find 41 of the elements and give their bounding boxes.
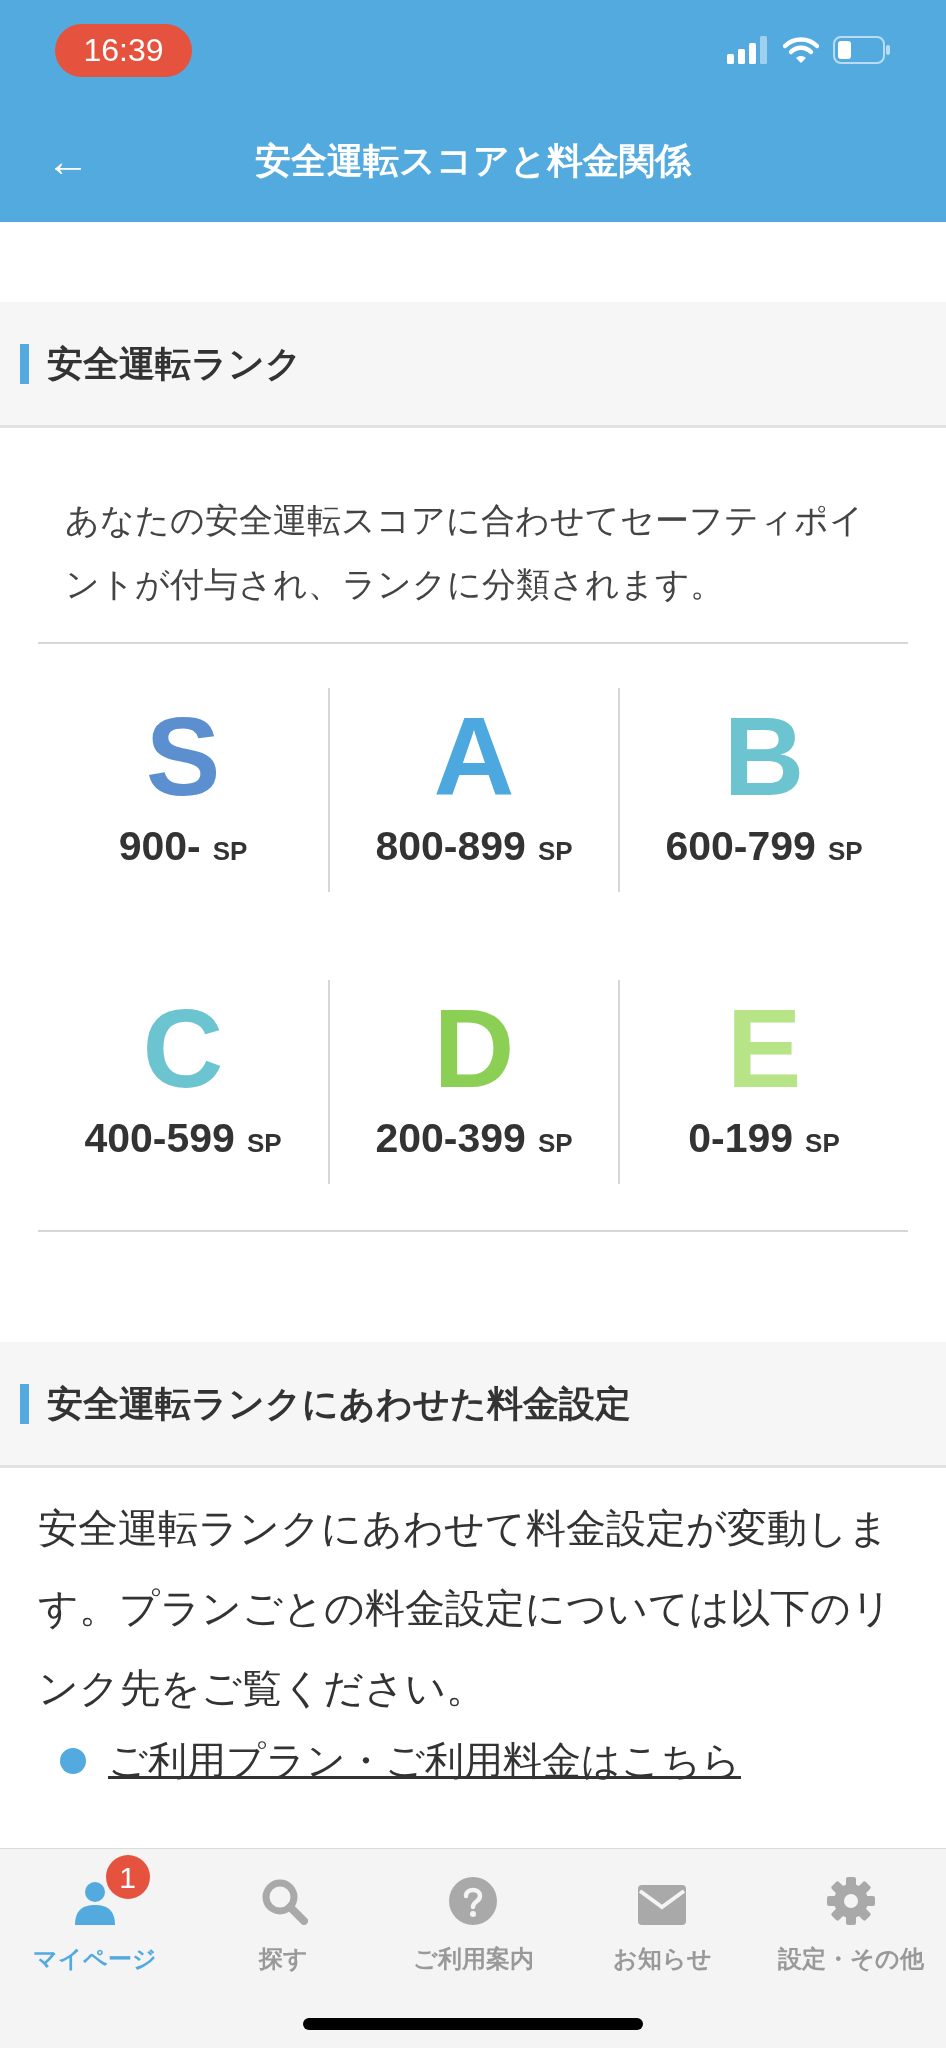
plan-link[interactable]: ご利用プラン・ご利用料金はこちら [108,1732,741,1791]
description-text: あなたの安全運転スコアに合わせてセーフティポイントが付与され、ランクに分類されます。 [64,500,865,605]
unit-label: SP [537,1127,573,1161]
unit-label: SP [827,835,863,869]
paragraph-text: 安全運転ランクにあわせて料金設定が変動します。プランごとの料金設定については以下のリンク先をご覧ください。 [37,1505,893,1712]
help-icon [449,1877,497,1925]
unit-label: SP [805,1127,840,1161]
wifi-icon [783,36,819,64]
rank-letter: C [142,994,224,1105]
tab-item[interactable]: お知らせ [567,1853,757,1977]
section-title: 安全運転ランク [47,341,302,386]
section-title: 安全運転ランクにあわせた料金設定 [47,1381,631,1426]
rank-letter: B [723,702,805,813]
score-range: 800-899 [375,822,526,872]
accent-bar [20,343,29,384]
rank-letter: S [145,702,221,813]
unit-label: SP [537,835,573,869]
unit-label: SP [212,835,248,869]
unit-label: SP [246,1127,282,1161]
tab-item[interactable]: 設定・その他 [756,1853,946,1977]
rank-letter: A [433,702,515,813]
bullet-icon [60,1748,86,1775]
tab-item[interactable]: 探す [189,1853,379,1977]
score-range: 600-799 [665,822,816,872]
notification-badge: 1 [105,1855,150,1899]
tab-item[interactable]: ご利用案内 [378,1853,568,1977]
mail-icon [638,1885,687,1925]
page-title: 安全運転スコアと料金関係 [255,139,691,183]
status-time: 16:39 [55,23,192,77]
accent-bar [20,1383,29,1424]
settings-icon [827,1877,876,1925]
score-range: 400-599 [84,1114,235,1164]
score-range: 900- [118,822,201,872]
tab-item[interactable]: 1 マイページ [0,1853,190,1977]
signal-icon [727,36,769,64]
battery-icon [833,36,891,64]
score-range: 200-399 [375,1114,526,1164]
score-range: 0-199 [688,1114,794,1164]
rank-letter: E [726,994,802,1105]
rank-letter: D [433,994,515,1105]
back-button[interactable]: ← [38,139,98,183]
